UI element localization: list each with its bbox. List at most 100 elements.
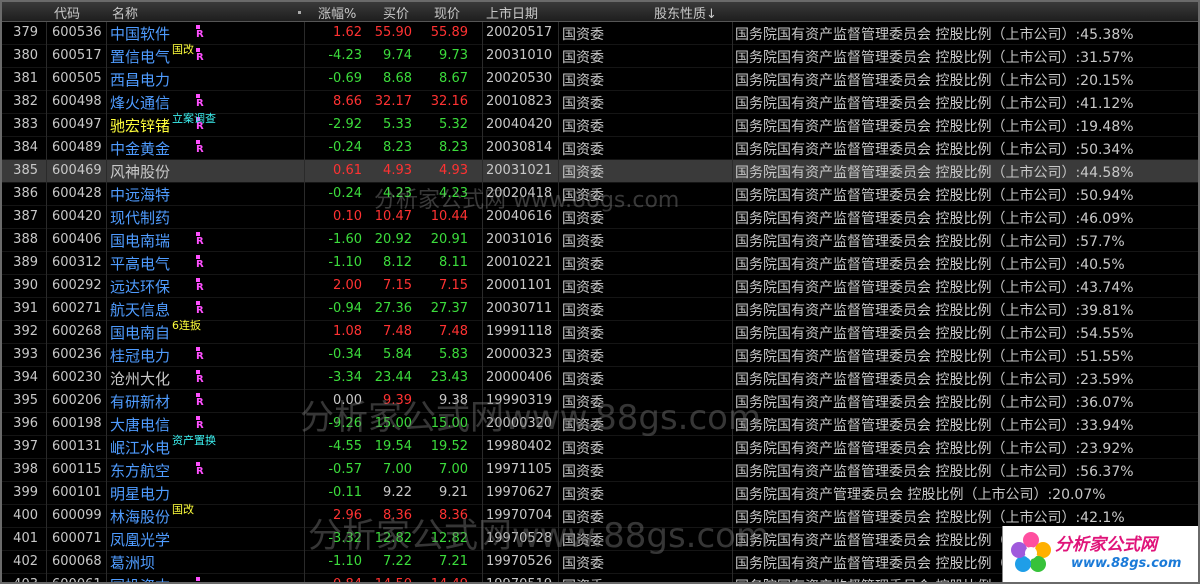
current-price: 27.37 xyxy=(430,301,468,316)
current-price: 5.83 xyxy=(439,347,468,362)
row-index: 399 xyxy=(13,485,38,500)
stock-code: 600068 xyxy=(52,554,102,569)
table-row[interactable]: 397 600131 岷江水电 -4.55 19.54 19.52 19980402 国资委 国… xyxy=(2,434,1198,459)
table-row[interactable]: 398 600115 东方航空 -0.57 7.00 7.00 19971105 国资委 国务院… xyxy=(2,459,1198,482)
stock-code: 600061 xyxy=(52,577,102,582)
table-row[interactable]: 394 600230 沧州大化 -3.34 23.44 23.43 20000406 国资委 国… xyxy=(2,367,1198,390)
table-row[interactable]: 383 600497 驰宏锌锗 -2.92 5.33 5.32 20040420 国资委 国务院… xyxy=(2,112,1198,137)
column-divider xyxy=(106,22,107,582)
row-index: 396 xyxy=(13,416,38,431)
table-row[interactable]: 388 600406 国电南瑞 -1.60 20.92 20.91 20031016 国资委 国… xyxy=(2,229,1198,252)
stock-code: 600071 xyxy=(52,531,102,546)
stock-tag-label: 国改 xyxy=(172,43,194,56)
row-index: 400 xyxy=(13,508,38,523)
stock-code: 600198 xyxy=(52,416,102,431)
header-dot-icon xyxy=(298,11,301,14)
change-pct: -1.10 xyxy=(328,554,362,569)
stock-code: 600536 xyxy=(52,25,102,40)
margin-r-icon: R xyxy=(196,94,204,109)
sort-desc-icon: ↓ xyxy=(706,7,717,22)
shareholder-type: 国资委 xyxy=(562,576,604,582)
current-price: 7.00 xyxy=(439,462,468,477)
holding-info: 国务院国有资产监督管理委员会 控股比例（上市公司）:44.58% xyxy=(735,165,1134,181)
stock-name: 西昌电力 xyxy=(110,71,171,89)
col-list-date[interactable]: 上市日期 xyxy=(486,3,538,22)
table-row[interactable]: 393 600236 桂冠电力 -0.34 5.84 5.83 20000323 国资委 国务院… xyxy=(2,344,1198,367)
current-price: 7.15 xyxy=(439,278,468,293)
current-price: 55.89 xyxy=(430,25,468,40)
row-index: 394 xyxy=(13,370,38,385)
table-row[interactable]: 387 600420 现代制药 0.10 10.47 10.44 20040616 国资委 国务… xyxy=(2,206,1198,229)
shareholder-type: 国资委 xyxy=(562,510,604,526)
buy-price: 9.74 xyxy=(383,48,412,63)
stock-name: 驰宏锌锗 xyxy=(110,117,171,135)
shareholder-type: 国资委 xyxy=(562,27,604,43)
col-shareholder[interactable]: 股东性质↓ xyxy=(654,3,717,22)
list-date: 20031021 xyxy=(486,163,553,178)
list-date: 20020517 xyxy=(486,25,553,40)
col-current-price[interactable]: 现价 xyxy=(434,3,460,22)
stock-code: 600268 xyxy=(52,324,102,339)
table-row[interactable]: 384 600489 中金黄金 -0.24 8.23 8.23 20030814 国资委 国务院… xyxy=(2,137,1198,160)
table-row[interactable]: 389 600312 平高电气 -1.10 8.12 8.11 20010221 国资委 国务院… xyxy=(2,252,1198,275)
current-price: 4.23 xyxy=(439,186,468,201)
stock-name: 中国软件 xyxy=(110,25,171,43)
list-date: 20000320 xyxy=(486,416,553,431)
table-row[interactable]: 381 600505 西昌电力 -0.69 8.68 8.67 20020530 国资委 国务院… xyxy=(2,68,1198,91)
change-pct: -0.11 xyxy=(328,485,362,500)
buy-price: 10.47 xyxy=(374,209,412,224)
table-row[interactable]: 392 600268 国电南自 1.08 7.48 7.48 19991118 国资委 国务院国… xyxy=(2,319,1198,344)
shareholder-type: 国资委 xyxy=(562,487,604,503)
holding-info: 国务院国有资产监督管理委员会 控股比例（上市公司）:40.5% xyxy=(735,257,1125,273)
buy-price: 9.39 xyxy=(383,393,412,408)
stock-name: 桂冠电力 xyxy=(110,347,171,365)
stock-tag-label: 6连扳 xyxy=(172,319,201,332)
list-date: 19970704 xyxy=(486,508,553,523)
change-pct: -2.92 xyxy=(328,117,362,132)
stock-name: 平高电气 xyxy=(110,255,171,273)
col-name[interactable]: 名称 xyxy=(112,3,138,22)
row-index: 383 xyxy=(13,117,38,132)
buy-price: 32.17 xyxy=(374,94,412,109)
stock-name: 有研新材 xyxy=(110,393,171,411)
stock-code: 600517 xyxy=(52,48,102,63)
shareholder-type: 国资委 xyxy=(562,119,604,135)
margin-r-icon: R xyxy=(196,278,204,293)
list-date: 20010221 xyxy=(486,255,553,270)
holding-info: 国务院国有资产监督管理委员会 控股比例（上市公司）:51.55% xyxy=(735,349,1134,365)
current-price: 14.49 xyxy=(416,577,468,582)
shareholder-type: 国资委 xyxy=(562,418,604,434)
list-date: 20030814 xyxy=(486,140,553,155)
stock-list-window: 代码 名称 涨幅% 买价 现价 上市日期 股东性质↓ 379 600536 中国软件… xyxy=(0,0,1200,584)
list-date: 19980402 xyxy=(486,439,553,454)
col-change-pct[interactable]: 涨幅% xyxy=(318,3,356,22)
stock-name: 现代制药 xyxy=(110,209,171,227)
stock-name: 明星电力 xyxy=(110,485,171,503)
flower-logo-icon xyxy=(1011,532,1051,572)
stock-name: 中远海特 xyxy=(110,186,171,204)
row-index: 393 xyxy=(13,347,38,362)
current-price: 32.16 xyxy=(430,94,468,109)
table-row[interactable]: 380 600517 置信电气 -4.23 9.74 9.73 20031010 国资委 国务院… xyxy=(2,43,1198,68)
row-index: 390 xyxy=(13,278,38,293)
table-row[interactable]: 386 600428 中远海特 -0.24 4.23 4.23 20020418 国资委 国务院… xyxy=(2,183,1198,206)
change-pct: -4.23 xyxy=(328,48,362,63)
list-date: 20020530 xyxy=(486,71,553,86)
shareholder-type: 国资委 xyxy=(562,96,604,112)
table-row[interactable]: 395 600206 有研新材 0.00 9.39 9.38 19990319 国资委 国务院国… xyxy=(2,390,1198,413)
buy-price: 7.48 xyxy=(383,324,412,339)
holding-info: 国务院国有资产监督管理委员会 控股比例（上市公司）:31.57% xyxy=(735,50,1134,66)
current-price: 9.38 xyxy=(439,393,468,408)
margin-r-icon: R xyxy=(196,140,204,155)
current-price: 9.21 xyxy=(439,485,468,500)
shareholder-type: 国资委 xyxy=(562,280,604,296)
col-code[interactable]: 代码 xyxy=(54,3,80,22)
table-row[interactable]: 390 600292 远达环保 2.00 7.15 7.15 20001101 国资委 国务院国… xyxy=(2,275,1198,298)
table-row[interactable]: 385 600469 风神股份 0.61 4.93 4.93 20031021 国资委 国务院国… xyxy=(2,160,1198,183)
col-buy-price[interactable]: 买价 xyxy=(383,3,409,22)
holding-info: 国务院国有资产监督管理委员会 控股比例（上市公司）:33.94% xyxy=(735,418,1134,434)
column-divider xyxy=(482,22,483,582)
shareholder-type: 国资委 xyxy=(562,533,604,549)
buy-price: 19.54 xyxy=(374,439,412,454)
table-row[interactable]: 400 600099 林海股份 2.96 8.36 8.36 19970704 国资委 国务院国… xyxy=(2,503,1198,528)
